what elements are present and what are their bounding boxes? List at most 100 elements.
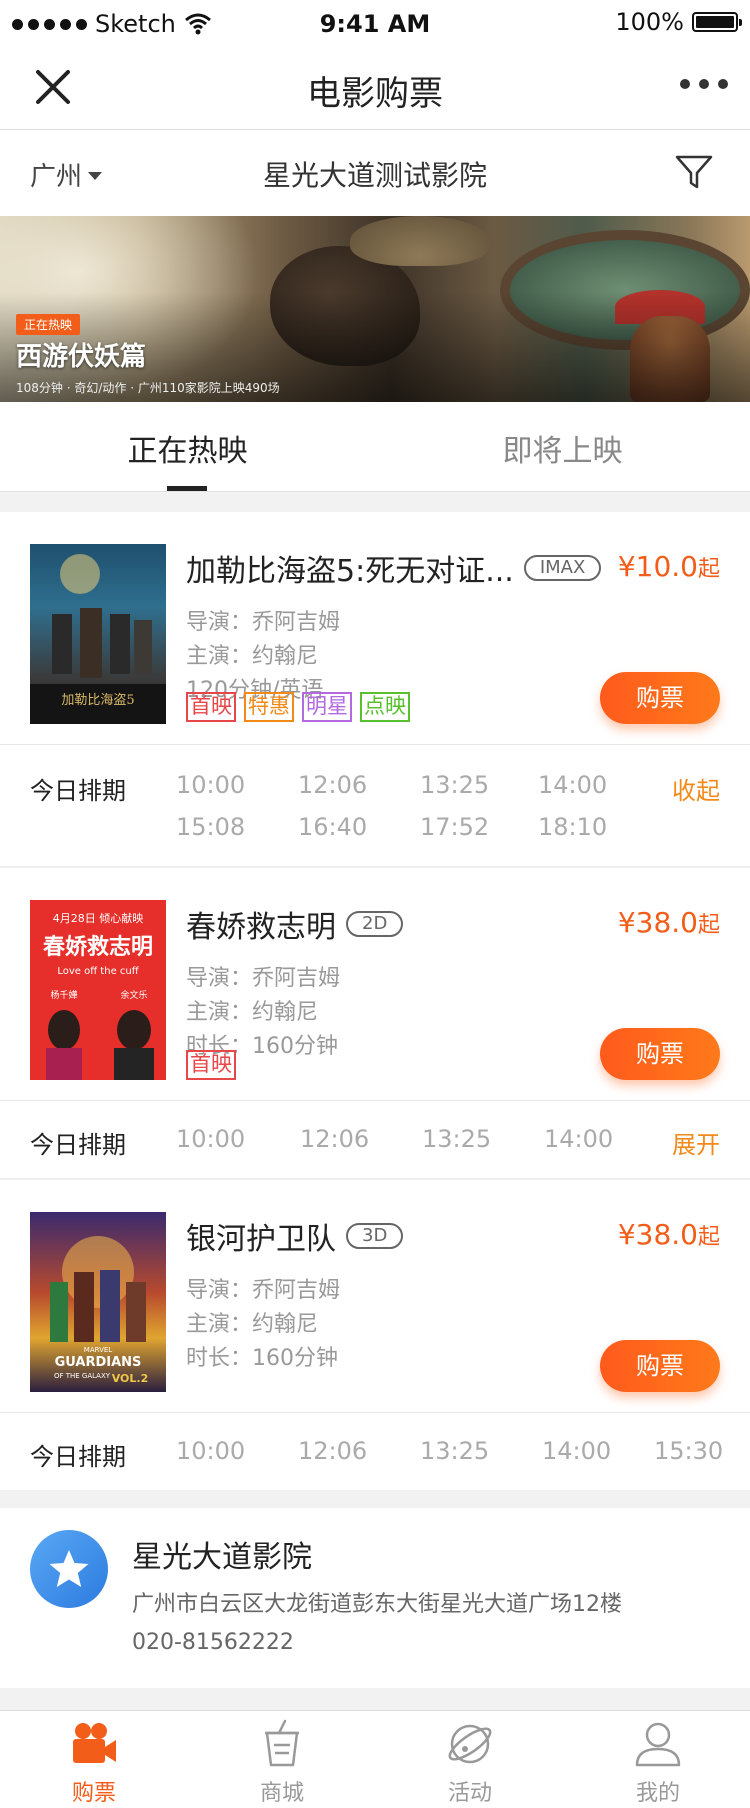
movie-price: ¥10.0起 [617, 550, 720, 583]
duration: 时长：160分钟 [186, 1346, 338, 1371]
cast: 主演：约翰尼 [186, 1312, 319, 1337]
cast: 主演：约翰尼 [186, 1000, 319, 1025]
movie-poster[interactable]: 加勒比海盗5 [30, 544, 166, 724]
more-icon[interactable] [680, 79, 728, 89]
poster-english-title: Love off the cuff [57, 966, 139, 977]
tabbar-item-mall[interactable]: 商城 [188, 1711, 376, 1808]
cinema-phone[interactable]: 020-81562222 [132, 1630, 294, 1655]
showtime[interactable]: 12:06 [298, 771, 367, 799]
cup-icon [265, 1719, 299, 1767]
cinema-info[interactable]: 星光大道影院 广州市白云区大龙街道彭东大街星光大道广场12楼 020-81562… [0, 1508, 750, 1688]
schedule-label: 今日排期 [30, 1443, 126, 1471]
movie-title[interactable]: 加勒比海盗5:死无对证... [186, 546, 514, 590]
schedule: 今日排期 10:00 12:06 13:25 14:00 15:08 16:40… [0, 744, 750, 866]
movie-tags: 首映 特惠 明星 点映 [186, 692, 410, 722]
camera-icon [73, 1723, 116, 1763]
showtime[interactable]: 10:00 [176, 1125, 245, 1153]
tag-star: 明星 [302, 692, 352, 722]
poster-volume: VOL.2 [112, 1372, 149, 1385]
showtime[interactable]: 14:00 [544, 1125, 613, 1153]
schedule: 今日排期 10:00 12:06 13:25 14:00 15:30 [0, 1412, 750, 1492]
format-badge: IMAX [523, 555, 602, 581]
tag-special: 特惠 [244, 692, 294, 722]
director: 导演：乔阿吉姆 [186, 966, 341, 991]
showtime[interactable]: 13:25 [420, 1437, 489, 1465]
movie-price: ¥38.0起 [617, 1218, 720, 1251]
tab-now-showing[interactable]: 正在热映 [0, 426, 375, 470]
star-icon [49, 1550, 89, 1587]
featured-banner[interactable]: 正在热映 西游伏妖篇 108分钟 · 奇幻/动作 · 广州110家影院上映490… [0, 216, 750, 402]
battery-percent: 100% [615, 8, 684, 36]
poster-actor-1: 杨千嬅 [50, 989, 77, 1001]
showtime[interactable]: 16:40 [298, 813, 367, 841]
format-badge: 3D [346, 1223, 404, 1249]
buy-ticket-button[interactable]: 购票 [600, 1028, 720, 1080]
schedule: 今日排期 10:00 12:06 13:25 14:00 展开 [0, 1100, 750, 1180]
showtime[interactable]: 12:06 [298, 1437, 367, 1465]
tab-bar: 购票 商城 活动 我的 [0, 1710, 750, 1808]
poster-title: GUARDIANS [55, 1355, 142, 1370]
movie-poster[interactable]: 4月28日 倾心献映 春娇救志明 Love off the cuff 杨千嬅 余… [30, 900, 166, 1080]
movie-price: ¥38.0起 [617, 906, 720, 939]
movie-title-row: 银河护卫队 3D [186, 1214, 404, 1258]
movie-tags: 首映 [186, 1050, 236, 1080]
collapse-button[interactable]: 收起 [672, 771, 720, 806]
showtime[interactable]: 13:25 [422, 1125, 491, 1153]
showtime[interactable]: 13:25 [420, 771, 489, 799]
status-bar: Sketch 9:41 AM 100% [0, 0, 750, 44]
movie-title-row: 加勒比海盗5:死无对证... IMAX [186, 546, 602, 590]
showtime[interactable]: 15:08 [176, 813, 245, 841]
cinema-address: 广州市白云区大龙街道彭东大街星光大道广场12楼 [132, 1592, 622, 1617]
tag-premiere: 首映 [186, 1050, 236, 1080]
tabbar-label: 我的 [635, 1781, 680, 1806]
showtime[interactable]: 18:10 [538, 813, 607, 841]
cinema-name: 星光大道测试影院 [262, 159, 487, 192]
format-badge: 2D [346, 911, 404, 937]
cinema-logo [30, 1530, 108, 1608]
tabbar-item-mine[interactable]: 我的 [564, 1711, 750, 1808]
poster-brand: MARVEL [84, 1346, 113, 1354]
showtime[interactable]: 17:52 [420, 813, 489, 841]
tabbar-label: 购票 [71, 1781, 116, 1806]
showtime[interactable]: 12:06 [300, 1125, 369, 1153]
schedule-label: 今日排期 [30, 777, 126, 805]
showtime[interactable]: 10:00 [176, 771, 245, 799]
expand-button[interactable]: 展开 [672, 1125, 720, 1160]
svg-text:加勒比海盗5: 加勒比海盗5 [61, 692, 134, 708]
cinema-title: 星光大道影院 [132, 1540, 312, 1575]
planet-icon [448, 1724, 492, 1764]
tabbar-item-tickets[interactable]: 购票 [0, 1711, 188, 1808]
buy-ticket-button[interactable]: 购票 [600, 672, 720, 724]
poster-date: 4月28日 倾心献映 [53, 911, 144, 925]
movie-card: 4月28日 倾心献映 春娇救志明 Love off the cuff 杨千嬅 余… [0, 866, 750, 1178]
page-title: 电影购票 [307, 74, 443, 114]
tabbar-item-activity[interactable]: 活动 [376, 1711, 564, 1808]
showtime[interactable]: 15:30 [654, 1437, 723, 1465]
showtime[interactable]: 14:00 [538, 771, 607, 799]
poster-subtitle: OF THE GALAXY [54, 1372, 111, 1380]
movie-tabs: 正在热映 即将上映 [0, 402, 750, 492]
poster-title: 春娇救志明 [43, 934, 153, 960]
tab-coming-soon[interactable]: 即将上映 [375, 426, 750, 470]
showtime[interactable]: 10:00 [176, 1437, 245, 1465]
showtime[interactable]: 14:00 [542, 1437, 611, 1465]
banner-info: 108分钟 · 奇幻/动作 · 广州110家影院上映490场 [16, 381, 280, 395]
filter-icon[interactable] [674, 152, 714, 192]
cinema-bar: 广州 星光大道测试影院 [0, 130, 750, 216]
banner-tag: 正在热映 [16, 314, 81, 335]
banner-title: 西游伏妖篇 [16, 342, 147, 372]
director: 导演：乔阿吉姆 [186, 610, 341, 635]
movie-card: 加勒比海盗5 加勒比海盗5:死无对证... IMAX ¥10.0起 导演：乔阿吉… [0, 512, 750, 866]
movie-title[interactable]: 银河护卫队 [186, 1214, 336, 1258]
tag-premiere: 首映 [186, 692, 236, 722]
battery-icon [692, 12, 742, 32]
cast: 主演：约翰尼 [186, 644, 319, 669]
tag-preview: 点映 [360, 692, 410, 722]
movie-title[interactable]: 春娇救志明 [186, 902, 336, 946]
nav-bar: 电影购票 [0, 44, 750, 130]
buy-ticket-button[interactable]: 购票 [600, 1340, 720, 1392]
schedule-label: 今日排期 [30, 1131, 126, 1159]
movie-poster[interactable]: MARVEL GUARDIANS OF THE GALAXY VOL.2 [30, 1212, 166, 1392]
poster-actor-2: 余文乐 [120, 989, 147, 1001]
director: 导演：乔阿吉姆 [186, 1278, 341, 1303]
